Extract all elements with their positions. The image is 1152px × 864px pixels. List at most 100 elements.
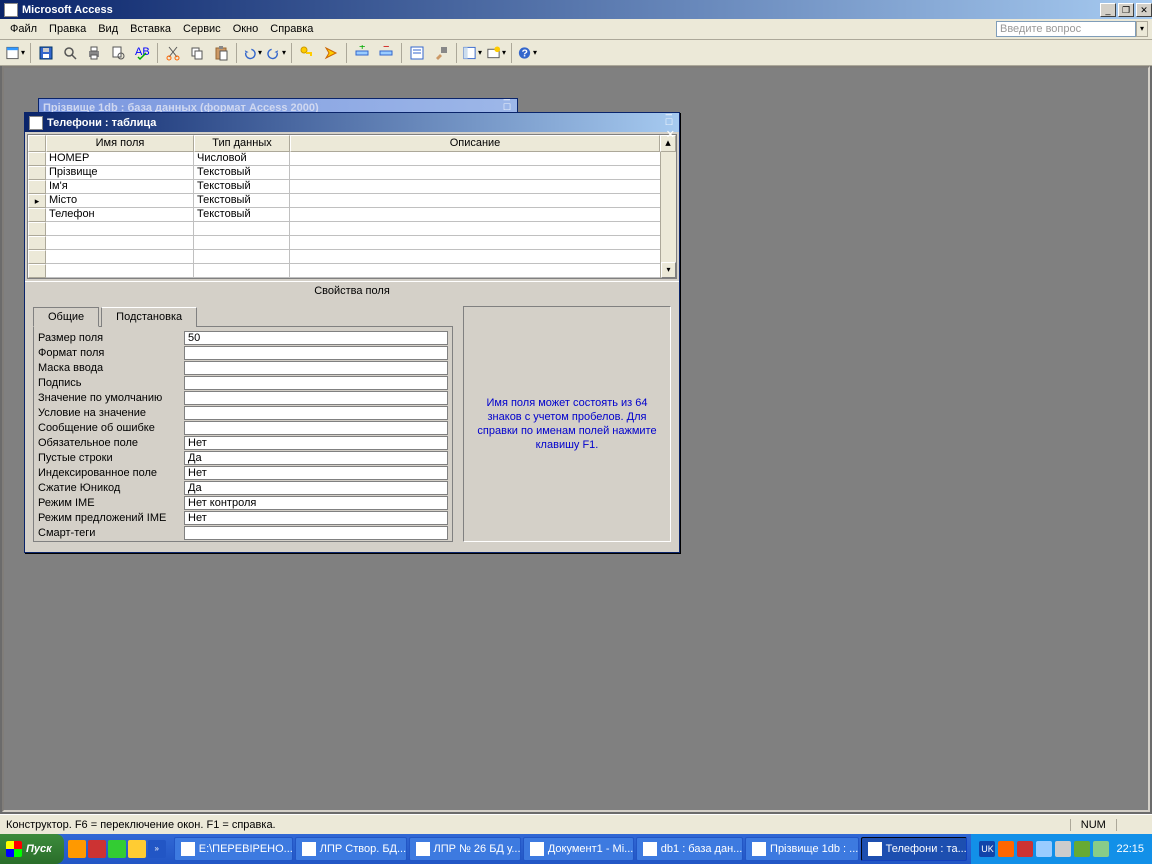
- row-selector[interactable]: [28, 236, 46, 250]
- scroll-up-button[interactable]: ▴: [660, 135, 676, 152]
- build-button[interactable]: [430, 42, 452, 64]
- help-button[interactable]: ?: [516, 42, 538, 64]
- field-desc-cell[interactable]: [290, 166, 676, 180]
- table-row[interactable]: Ім'яТекстовый: [28, 180, 676, 194]
- field-type-cell[interactable]: Текстовый: [194, 194, 290, 208]
- field-type-cell[interactable]: Числовой: [194, 152, 290, 166]
- property-value[interactable]: Нет: [184, 466, 448, 480]
- tray-icon-3[interactable]: [1036, 841, 1052, 857]
- table-row[interactable]: [28, 264, 676, 278]
- row-selector[interactable]: [28, 180, 46, 194]
- ql-icon-2[interactable]: [88, 840, 106, 858]
- row-selector[interactable]: ▸: [28, 194, 46, 208]
- ask-dropdown-icon[interactable]: ▾: [1136, 21, 1148, 37]
- new-object-button[interactable]: [485, 42, 507, 64]
- table-row[interactable]: ТелефонТекстовый: [28, 208, 676, 222]
- ask-a-question-box[interactable]: Введите вопрос: [996, 21, 1136, 37]
- properties-button[interactable]: [406, 42, 428, 64]
- field-desc-cell[interactable]: [290, 180, 676, 194]
- menu-view[interactable]: Вид: [92, 21, 124, 37]
- db-minimize-button[interactable]: _: [504, 89, 513, 101]
- save-button[interactable]: [35, 42, 57, 64]
- tab-lookup[interactable]: Подстановка: [101, 307, 197, 327]
- field-desc-cell[interactable]: [290, 236, 676, 250]
- menu-insert[interactable]: Вставка: [124, 21, 177, 37]
- column-header-desc[interactable]: Описание: [290, 135, 660, 152]
- restore-button[interactable]: ❐: [1118, 3, 1134, 17]
- designer-maximize-button[interactable]: □: [666, 116, 675, 128]
- menu-help[interactable]: Справка: [264, 21, 319, 37]
- taskbar-task[interactable]: Прізвище 1db : ...: [745, 837, 859, 861]
- field-name-cell[interactable]: НОМЕР: [46, 152, 194, 166]
- table-row[interactable]: ▸МістоТекстовый: [28, 194, 676, 208]
- cut-button[interactable]: [162, 42, 184, 64]
- tray-volume-icon[interactable]: [1055, 841, 1071, 857]
- ql-icon-1[interactable]: [68, 840, 86, 858]
- property-value[interactable]: Нет: [184, 436, 448, 450]
- taskbar-task[interactable]: ЛПР № 26 БД у...: [409, 837, 521, 861]
- paste-button[interactable]: [210, 42, 232, 64]
- tray-lang-indicator[interactable]: UK: [979, 841, 995, 857]
- tray-icon-4[interactable]: [1074, 841, 1090, 857]
- print-button[interactable]: [83, 42, 105, 64]
- property-value[interactable]: [184, 346, 448, 360]
- row-selector[interactable]: [28, 222, 46, 236]
- row-selector[interactable]: [28, 264, 46, 278]
- delete-rows-button[interactable]: −: [375, 42, 397, 64]
- menu-window[interactable]: Окно: [227, 21, 265, 37]
- table-row[interactable]: [28, 250, 676, 264]
- field-name-cell[interactable]: Прізвище: [46, 166, 194, 180]
- row-selector[interactable]: [28, 166, 46, 180]
- taskbar-task[interactable]: Телефони : та...: [861, 837, 968, 861]
- spellcheck-button[interactable]: ABC: [131, 42, 153, 64]
- field-type-cell[interactable]: [194, 250, 290, 264]
- field-desc-cell[interactable]: [290, 152, 676, 166]
- ql-icon-3[interactable]: [108, 840, 126, 858]
- view-button[interactable]: [4, 42, 26, 64]
- field-type-cell[interactable]: [194, 222, 290, 236]
- close-button[interactable]: ✕: [1136, 3, 1152, 17]
- property-value[interactable]: [184, 376, 448, 390]
- indexes-button[interactable]: [320, 42, 342, 64]
- field-desc-cell[interactable]: [290, 264, 676, 278]
- primary-key-button[interactable]: [296, 42, 318, 64]
- field-name-cell[interactable]: Телефон: [46, 208, 194, 222]
- field-desc-cell[interactable]: [290, 194, 676, 208]
- ql-icon-4[interactable]: [128, 840, 146, 858]
- designer-minimize-button[interactable]: _: [666, 104, 675, 116]
- field-name-cell[interactable]: [46, 236, 194, 250]
- field-desc-cell[interactable]: [290, 250, 676, 264]
- insert-rows-button[interactable]: +: [351, 42, 373, 64]
- property-value[interactable]: 50: [184, 331, 448, 345]
- taskbar-task[interactable]: ЛПР Створ. БД...: [295, 837, 407, 861]
- column-header-name[interactable]: Имя поля: [46, 135, 194, 152]
- field-name-cell[interactable]: Місто: [46, 194, 194, 208]
- tray-icon-2[interactable]: [1017, 841, 1033, 857]
- scroll-down-button[interactable]: ▾: [661, 262, 676, 278]
- row-selector[interactable]: [28, 208, 46, 222]
- minimize-button[interactable]: _: [1100, 3, 1116, 17]
- search-button[interactable]: [59, 42, 81, 64]
- menu-file[interactable]: Файл: [4, 21, 43, 37]
- ql-more-icon[interactable]: »: [148, 840, 166, 858]
- property-value[interactable]: Да: [184, 481, 448, 495]
- taskbar-task[interactable]: Документ1 - Mi...: [523, 837, 634, 861]
- property-value[interactable]: [184, 391, 448, 405]
- field-name-cell[interactable]: [46, 222, 194, 236]
- row-selector[interactable]: [28, 250, 46, 264]
- field-type-cell[interactable]: Текстовый: [194, 166, 290, 180]
- redo-button[interactable]: [265, 42, 287, 64]
- print-preview-button[interactable]: [107, 42, 129, 64]
- menu-edit[interactable]: Правка: [43, 21, 92, 37]
- tray-icon-5[interactable]: [1093, 841, 1109, 857]
- grid-scrollbar[interactable]: ▾: [660, 152, 676, 278]
- designer-titlebar[interactable]: Телефони : таблица _ □ ✕: [25, 113, 679, 132]
- property-value[interactable]: Да: [184, 451, 448, 465]
- table-row[interactable]: [28, 236, 676, 250]
- field-desc-cell[interactable]: [290, 222, 676, 236]
- undo-button[interactable]: [241, 42, 263, 64]
- property-value[interactable]: Нет: [184, 511, 448, 525]
- field-type-cell[interactable]: [194, 264, 290, 278]
- tray-clock[interactable]: 22:15: [1116, 843, 1144, 855]
- property-value[interactable]: [184, 526, 448, 540]
